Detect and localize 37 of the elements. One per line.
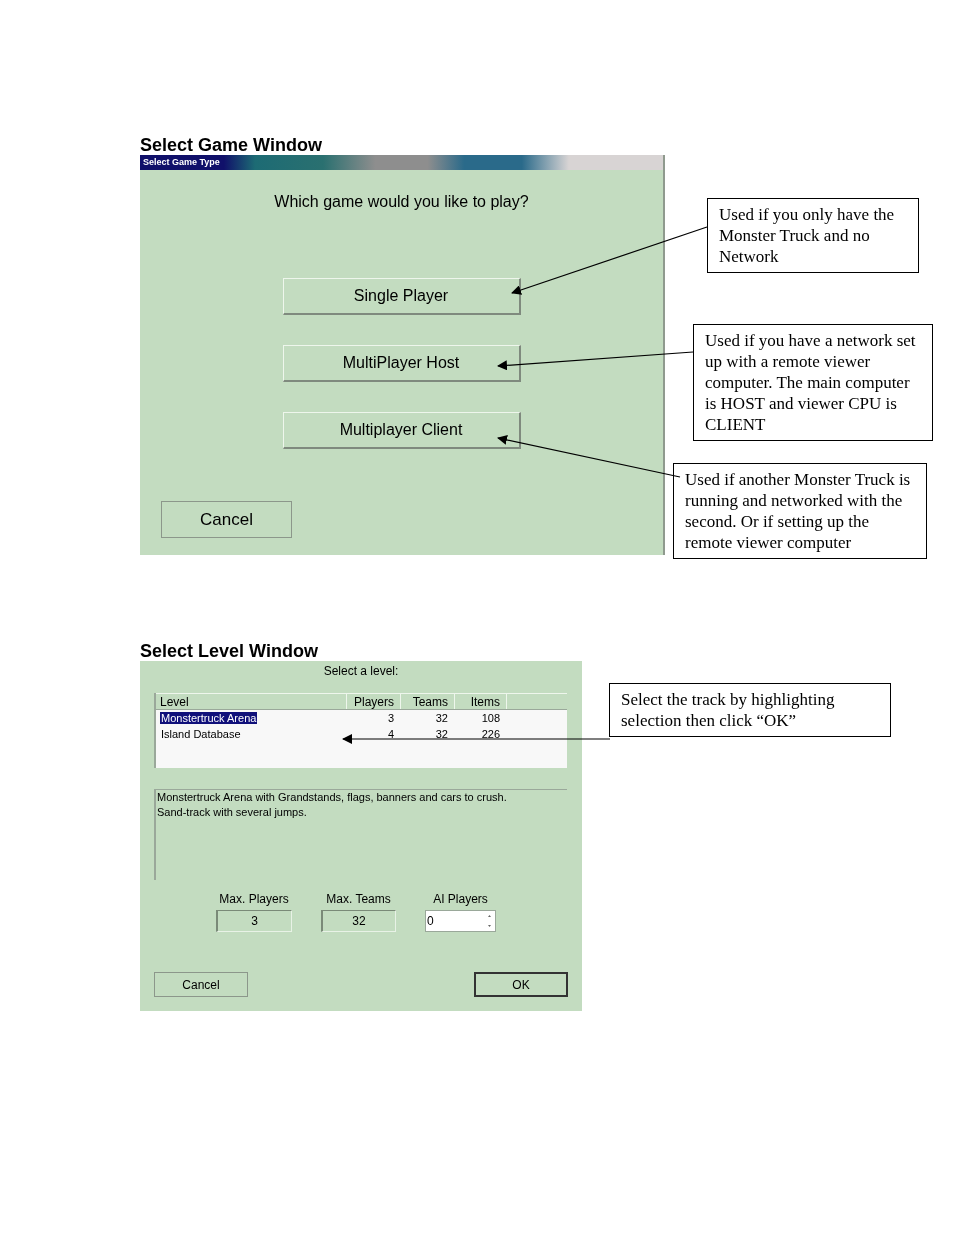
column-header[interactable]: Items	[455, 694, 507, 709]
game-type-button[interactable]: MultiPlayer Host	[282, 345, 521, 382]
field-label: Max. Teams	[326, 892, 391, 906]
callout-box: Select the track by highlighting selection then click “OK”	[609, 683, 891, 737]
dialog-button[interactable]: Cancel	[154, 972, 248, 997]
callout-box: Used if another Monster Truck is running and networked with the second. Or if setting up the remote viewer computer	[673, 463, 927, 559]
game-type-button[interactable]: Single Player	[282, 278, 521, 315]
game-type-button[interactable]: Multiplayer Client	[282, 412, 521, 449]
question-text: Which game would you like to play?	[274, 192, 529, 212]
level-row[interactable]: Monstertruck Arena 3 32 108	[156, 710, 567, 726]
spinner-field[interactable]: 0	[425, 910, 496, 932]
table-cell: 226	[480, 728, 501, 740]
callout-box: Used if you have a network set up with a remote viewer computer. The main computer is HOST and viewer CPU is CLIENT	[693, 324, 933, 441]
column-header[interactable]: Level	[156, 694, 347, 709]
window-title: Select Game Type	[143, 158, 220, 167]
section-heading: Select Level Window	[140, 641, 318, 661]
table-cell: 32	[434, 712, 449, 724]
section-heading: Select Game Window	[140, 135, 322, 155]
field-label: Max. Players	[219, 892, 289, 906]
column-header[interactable]: Players	[347, 694, 401, 709]
level-row[interactable]: Island Database 4 32 226	[156, 726, 567, 742]
cancel-button[interactable]: Cancel	[161, 501, 292, 538]
table-cell: Monstertruck Arena	[160, 712, 258, 724]
number-field[interactable]: 3	[216, 910, 292, 932]
prompt-text: Select a level:	[323, 663, 399, 679]
number-field[interactable]: 32	[321, 910, 396, 932]
description-text: Sand-track with several jumps.	[157, 805, 308, 820]
table-cell: 3	[386, 712, 395, 724]
table-cell: 108	[480, 712, 501, 724]
dialog-button[interactable]: OK	[474, 972, 568, 997]
callout-box: Used if you only have the Monster Truck and no Network	[707, 198, 919, 273]
description-text: Monstertruck Arena with Grandstands, flags, banners and cars to crush.	[157, 790, 508, 805]
table-cell: Island Database	[160, 728, 242, 740]
column-header[interactable]: Teams	[401, 694, 455, 709]
table-cell: 32	[434, 728, 449, 740]
field-label: AI Players	[433, 892, 488, 906]
table-cell: 4	[386, 728, 395, 740]
